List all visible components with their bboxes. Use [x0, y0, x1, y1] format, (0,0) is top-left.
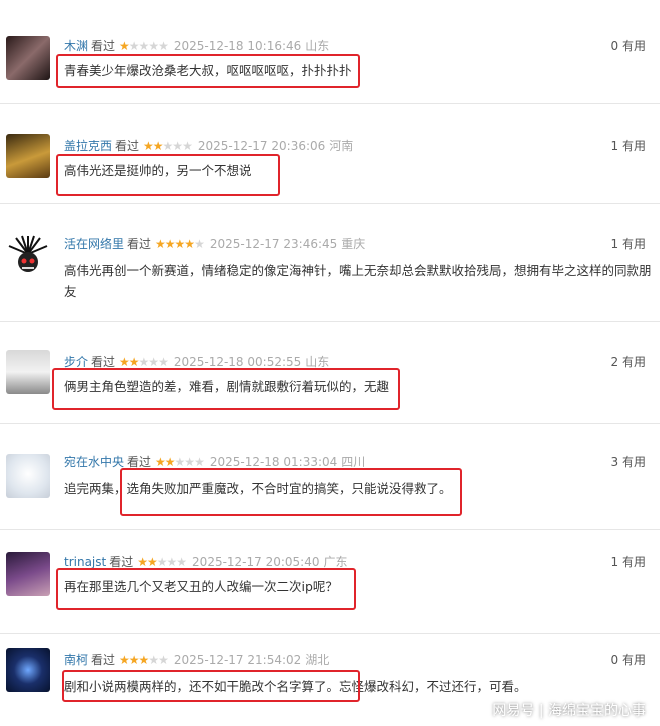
watch-status: 看过: [115, 139, 140, 153]
highlight-box: [56, 568, 356, 610]
username-link[interactable]: 宛在水中央: [64, 455, 124, 469]
rating-stars-icon: ★★★★★: [119, 355, 169, 369]
avatar[interactable]: [6, 36, 50, 80]
username-link[interactable]: 木渊: [64, 39, 88, 53]
highlight-box: [62, 670, 360, 702]
review-time: 2025-12-17 21:54:02: [173, 653, 302, 667]
username-link[interactable]: 盖拉克西: [64, 139, 112, 153]
review-meta: 南柯 看过 ★★★★★ 2025-12-17 21:54:02 湖北: [64, 652, 329, 668]
username-link[interactable]: 步介: [64, 355, 88, 369]
watermark: 网易号 | 海绵宝宝的心事: [492, 703, 646, 719]
avatar[interactable]: [6, 552, 50, 596]
watch-status: 看过: [109, 555, 134, 569]
rating-stars-icon: ★★★★★: [143, 139, 193, 153]
avatar[interactable]: [6, 648, 50, 692]
useful-vote-button[interactable]: 0 有用: [611, 652, 646, 668]
useful-vote-button[interactable]: 3 有用: [611, 454, 646, 470]
review-time: 2025-12-18 10:16:46: [173, 39, 302, 53]
username-link[interactable]: 活在网络里: [64, 237, 124, 251]
rating-stars-icon: ★★★★★: [155, 455, 205, 469]
watch-status: 看过: [91, 355, 116, 369]
useful-vote-button[interactable]: 0 有用: [611, 38, 646, 54]
review-item: 盖拉克西 看过 ★★★★★ 2025-12-17 20:36:06 河南 1 有用 高伟…: [0, 104, 660, 204]
review-location: 山东: [305, 355, 330, 369]
rating-stars-icon: ★★★★★: [155, 237, 205, 251]
review-location: 四川: [341, 455, 366, 469]
watch-status: 看过: [91, 653, 116, 667]
rating-stars-icon: ★★★★★: [119, 653, 169, 667]
review-item: trinajst 看过 ★★★★★ 2025-12-17 20:05:40 广东 1 有…: [0, 530, 660, 634]
review-item: 宛在水中央 看过 ★★★★★ 2025-12-18 01:33:04 四川 3 有用 追…: [0, 424, 660, 530]
rating-stars-icon: ★★★★★: [137, 555, 187, 569]
useful-vote-button[interactable]: 1 有用: [611, 236, 646, 252]
highlight-box: [52, 368, 400, 410]
watch-status: 看过: [127, 455, 152, 469]
review-time: 2025-12-17 20:05:40: [192, 555, 320, 569]
useful-vote-button[interactable]: 2 有用: [611, 354, 646, 370]
rating-stars-icon: ★★★★★: [119, 39, 169, 53]
highlight-box: [120, 468, 462, 516]
avatar[interactable]: [6, 234, 50, 278]
review-location: 重庆: [341, 237, 366, 251]
review-meta: 盖拉克西 看过 ★★★★★ 2025-12-17 20:36:06 河南: [64, 138, 353, 154]
review-location: 湖北: [305, 653, 330, 667]
review-location: 河南: [329, 139, 354, 153]
avatar[interactable]: [6, 134, 50, 178]
avatar[interactable]: [6, 350, 50, 394]
review-time: 2025-12-17 23:46:45: [209, 237, 338, 251]
highlight-box: [56, 154, 280, 196]
username-link[interactable]: 南柯: [64, 653, 88, 667]
review-item: 活在网络里 看过 ★★★★★ 2025-12-17 23:46:45 重庆 1 有用 高…: [0, 204, 660, 322]
username-link[interactable]: trinajst: [64, 555, 106, 569]
avatar[interactable]: [6, 454, 50, 498]
useful-vote-button[interactable]: 1 有用: [611, 138, 646, 154]
review-location: 山东: [305, 39, 330, 53]
review-content: 高伟光再创一个新赛道，情绪稳定的像定海神针，嘴上无奈却总会默默收拾残局，想拥有毕…: [64, 263, 652, 299]
review-time: 2025-12-18 00:52:55: [173, 355, 302, 369]
watch-status: 看过: [127, 237, 152, 251]
review-time: 2025-12-18 01:33:04: [209, 455, 338, 469]
review-time: 2025-12-17 20:36:06: [197, 139, 326, 153]
review-location: 广东: [323, 555, 348, 569]
useful-vote-button[interactable]: 1 有用: [611, 554, 646, 570]
review-meta: 活在网络里 看过 ★★★★★ 2025-12-17 23:46:45 重庆: [64, 236, 365, 252]
review-item: 步介 看过 ★★★★★ 2025-12-18 00:52:55 山东 2 有用 俩男主角…: [0, 322, 660, 424]
review-meta: 木渊 看过 ★★★★★ 2025-12-18 10:16:46 山东: [64, 38, 329, 54]
highlight-box: [56, 54, 360, 88]
review-item: 木渊 看过 ★★★★★ 2025-12-18 10:16:46 山东 0 有用 青春美少…: [0, 0, 660, 104]
watch-status: 看过: [91, 39, 116, 53]
